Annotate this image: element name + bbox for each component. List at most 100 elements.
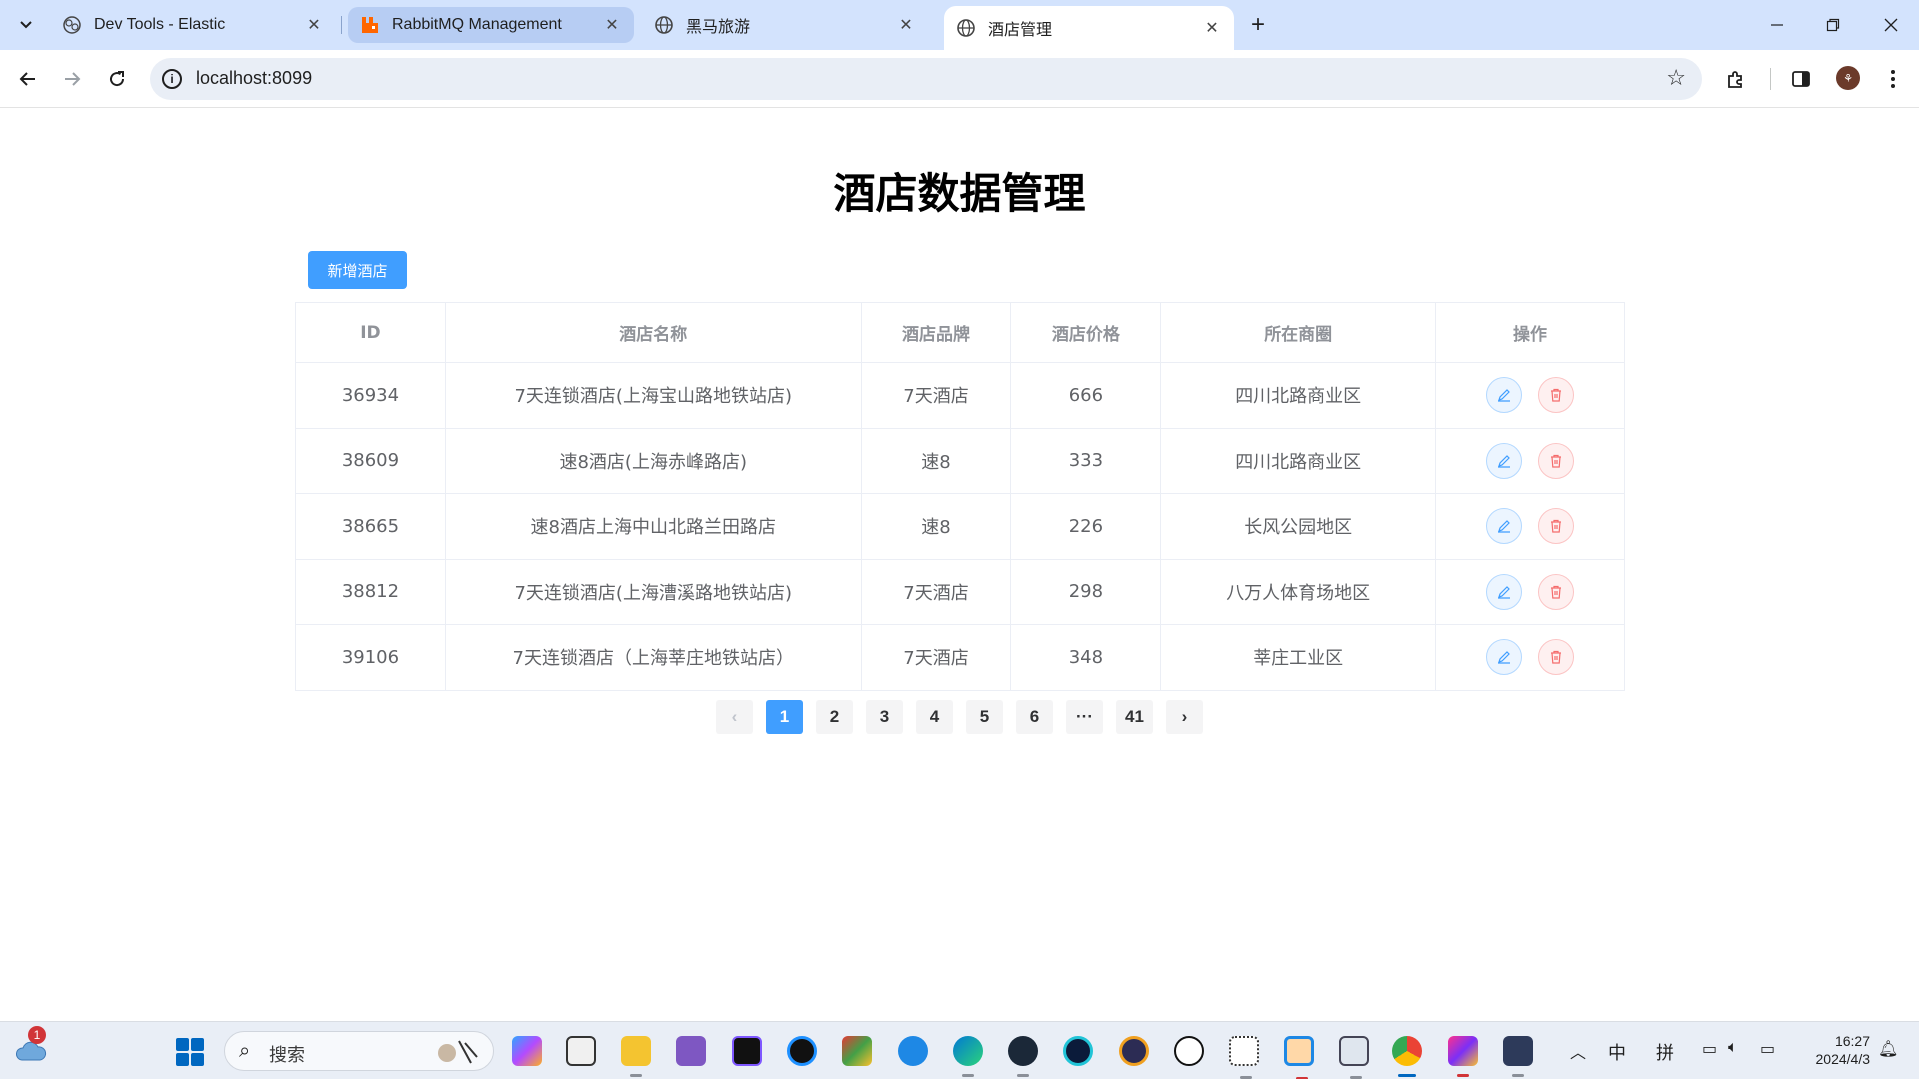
steam-icon[interactable] (1008, 1036, 1038, 1077)
tab-rabbitmq-management[interactable]: RabbitMQ Management ✕ (348, 7, 634, 43)
dell-icon[interactable] (1174, 1036, 1204, 1066)
table-row: 38665 速8酒店上海中山北路兰田路店 速8 226 长风公园地区 (295, 493, 1625, 560)
cell-name: 速8酒店上海中山北路兰田路店 (445, 493, 862, 560)
trash-icon (1551, 651, 1562, 664)
delete-button[interactable] (1538, 639, 1575, 676)
column-header-business-area: 所在商圈 (1160, 302, 1437, 363)
cell-id: 39106 (295, 624, 446, 691)
ime-language-indicator[interactable]: 中 (1608, 1039, 1626, 1065)
new-tab-button[interactable]: + (1244, 11, 1272, 39)
pagination-page-41[interactable]: 41 (1116, 700, 1153, 734)
cell-id: 38812 (295, 559, 446, 625)
edit-button[interactable] (1486, 377, 1523, 414)
network-icon[interactable]: ▭ (1702, 1039, 1717, 1059)
pagination-prev-button[interactable]: ‹ (716, 700, 753, 734)
browser-tab-strip: Dev Tools - Elastic ✕ RabbitMQ Managemen… (0, 0, 1919, 50)
extensions-button[interactable] (1720, 63, 1752, 95)
notification-bell-icon[interactable]: 🔔︎ (1878, 1039, 1898, 1059)
window-app-icon[interactable] (1284, 1036, 1314, 1079)
tab-close-icon[interactable]: ✕ (1202, 18, 1222, 38)
tab-close-icon[interactable]: ✕ (896, 15, 916, 35)
cell-business-area: 莘庄工业区 (1160, 624, 1437, 691)
tab-search-button[interactable] (10, 9, 42, 41)
tab-close-icon[interactable]: ✕ (602, 15, 622, 35)
site-info-icon[interactable]: i (162, 69, 182, 89)
pagination-page-4[interactable]: 4 (916, 700, 953, 734)
cell-business-area: 四川北路商业区 (1160, 362, 1437, 429)
clock-date: 2024/4/3 (1815, 1051, 1871, 1067)
tab-title: Dev Tools - Elastic (94, 16, 226, 33)
elastic-icon (62, 15, 82, 35)
delete-button[interactable] (1538, 442, 1575, 479)
file-viewer-icon[interactable] (566, 1036, 596, 1066)
close-window-button[interactable] (1876, 11, 1906, 39)
minimize-button[interactable] (1762, 11, 1792, 39)
colorful-app-icon[interactable] (842, 1036, 872, 1066)
pagination-page-6[interactable]: 6 (1016, 700, 1053, 734)
battery-icon[interactable]: ▭ (1760, 1039, 1775, 1059)
forward-button[interactable] (56, 63, 88, 95)
feishu-icon[interactable] (898, 1036, 928, 1066)
jetbrains-icon[interactable] (732, 1036, 762, 1066)
close-icon (1884, 18, 1898, 32)
cell-actions (1435, 493, 1625, 560)
tab-heima-travel[interactable]: 黑马旅游 ✕ (642, 7, 928, 43)
taskbar-search[interactable]: ⌕ 搜索 (224, 1031, 494, 1071)
tab-hotel-management[interactable]: 酒店管理 ✕ (944, 6, 1234, 50)
browser-menu-button[interactable] (1877, 63, 1909, 95)
column-header-name: 酒店名称 (445, 302, 862, 363)
cell-brand: 速8 (861, 428, 1012, 494)
bookmark-star-icon[interactable]: ☆ (1666, 65, 1686, 91)
pagination-page-2[interactable]: 2 (816, 700, 853, 734)
cursor-app-icon[interactable] (787, 1036, 817, 1066)
system-clock[interactable]: 16:27 2024/4/3 (1800, 1032, 1871, 1068)
trash-icon (1551, 454, 1562, 468)
volume-icon[interactable]: 🔈︎ (1728, 1039, 1738, 1057)
eclipse-icon[interactable] (1119, 1036, 1149, 1066)
terminal-app-icon[interactable] (1339, 1036, 1369, 1079)
delete-button[interactable] (1538, 508, 1575, 545)
show-hidden-icons-chevron-icon[interactable]: ︿ (1570, 1039, 1586, 1063)
table-header-row: ID 酒店名称 酒店品牌 酒店价格 所在商圈 操作 (295, 302, 1625, 363)
profile-avatar[interactable]: ⚘ (1836, 66, 1860, 90)
column-header-brand: 酒店品牌 (861, 302, 1012, 363)
back-button[interactable] (12, 63, 44, 95)
pagination-next-button[interactable]: › (1166, 700, 1203, 734)
side-panel-icon (1792, 71, 1810, 87)
visual-studio-icon[interactable] (676, 1036, 706, 1066)
pagination-page-3[interactable]: 3 (866, 700, 903, 734)
chrome-icon[interactable] (1392, 1036, 1422, 1077)
cell-brand: 7天酒店 (861, 362, 1012, 429)
trash-icon (1551, 520, 1562, 533)
table-row: 38812 7天连锁酒店(上海漕溪路地铁站店) 7天酒店 298 八万人体育场地… (295, 559, 1625, 625)
side-panel-button[interactable] (1785, 63, 1817, 95)
add-hotel-button[interactable]: 新增酒店 (308, 251, 407, 289)
intellij-idea-icon[interactable] (1448, 1036, 1478, 1077)
copilot-icon[interactable] (512, 1036, 542, 1066)
edit-button[interactable] (1486, 573, 1523, 610)
address-bar[interactable]: i localhost:8099 ☆ (150, 58, 1702, 100)
cat-app-icon[interactable] (1503, 1036, 1533, 1077)
dots-app-icon[interactable] (1229, 1036, 1259, 1079)
edit-button[interactable] (1486, 508, 1523, 545)
edit-button[interactable] (1486, 639, 1523, 676)
reload-button[interactable] (101, 63, 133, 95)
tab-close-icon[interactable]: ✕ (304, 15, 324, 35)
search-placeholder: 搜索 (269, 1045, 305, 1066)
file-explorer-icon[interactable] (621, 1036, 651, 1077)
address-url[interactable]: localhost:8099 (196, 68, 312, 89)
pagination-page-5[interactable]: 5 (966, 700, 1003, 734)
delete-button[interactable] (1538, 573, 1575, 610)
ime-mode-indicator[interactable]: 拼 (1656, 1039, 1674, 1065)
windows-start-icon[interactable] (176, 1038, 204, 1066)
edit-button[interactable] (1486, 442, 1523, 479)
restore-button[interactable] (1818, 11, 1848, 39)
pagination-page-1[interactable]: 1 (766, 700, 803, 734)
tab-dev-tools-elastic[interactable]: Dev Tools - Elastic ✕ (50, 7, 336, 43)
ring-app-icon[interactable] (1063, 1036, 1093, 1066)
edge-icon[interactable] (953, 1036, 983, 1077)
table-row: 39106 7天连锁酒店（上海莘庄地铁站店） 7天酒店 348 莘庄工业区 (295, 624, 1625, 691)
puzzle-icon (1728, 71, 1742, 88)
pagination-more-ellipsis[interactable]: ··· (1066, 700, 1103, 734)
delete-button[interactable] (1538, 377, 1575, 414)
